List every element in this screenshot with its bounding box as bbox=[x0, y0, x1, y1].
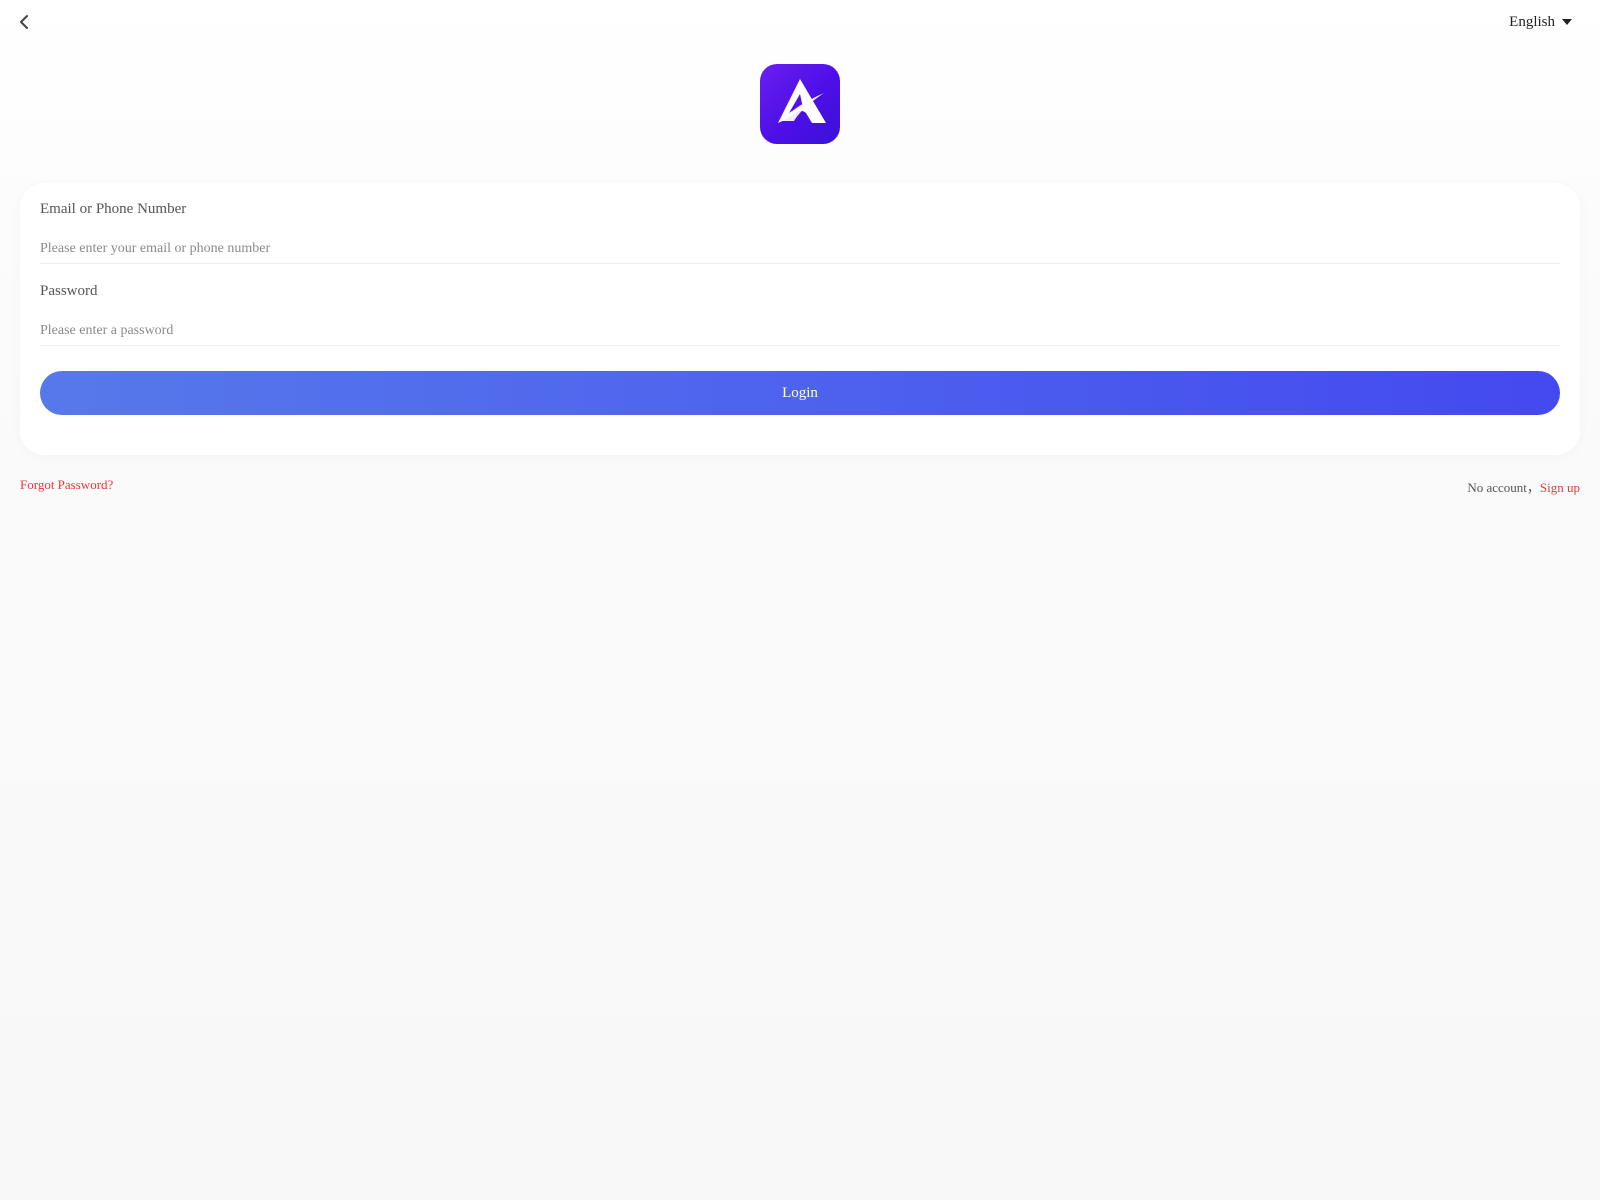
no-account-text: No account， bbox=[1467, 480, 1540, 495]
app-logo-icon bbox=[770, 75, 830, 134]
forgot-password-link[interactable]: Forgot Password? bbox=[20, 477, 113, 493]
sign-up-link[interactable]: Sign up bbox=[1540, 480, 1580, 496]
email-divider bbox=[40, 263, 1560, 264]
back-button[interactable] bbox=[12, 10, 36, 34]
password-label: Password bbox=[40, 283, 98, 299]
top-bar: English bbox=[0, 0, 1600, 44]
caret-down-icon bbox=[1562, 19, 1572, 25]
language-label: English bbox=[1509, 13, 1555, 30]
password-field[interactable] bbox=[40, 319, 1560, 343]
email-label: Email or Phone Number bbox=[40, 201, 187, 217]
chevron-left-icon bbox=[17, 14, 31, 30]
app-logo bbox=[760, 64, 840, 144]
login-card: Email or Phone Number Password Login bbox=[20, 183, 1580, 455]
language-select[interactable]: English bbox=[1509, 11, 1572, 33]
signup-row: No account， Sign up bbox=[1467, 477, 1580, 496]
password-divider bbox=[40, 345, 1560, 346]
login-button[interactable]: Login bbox=[40, 371, 1560, 415]
email-field[interactable] bbox=[40, 237, 1560, 261]
